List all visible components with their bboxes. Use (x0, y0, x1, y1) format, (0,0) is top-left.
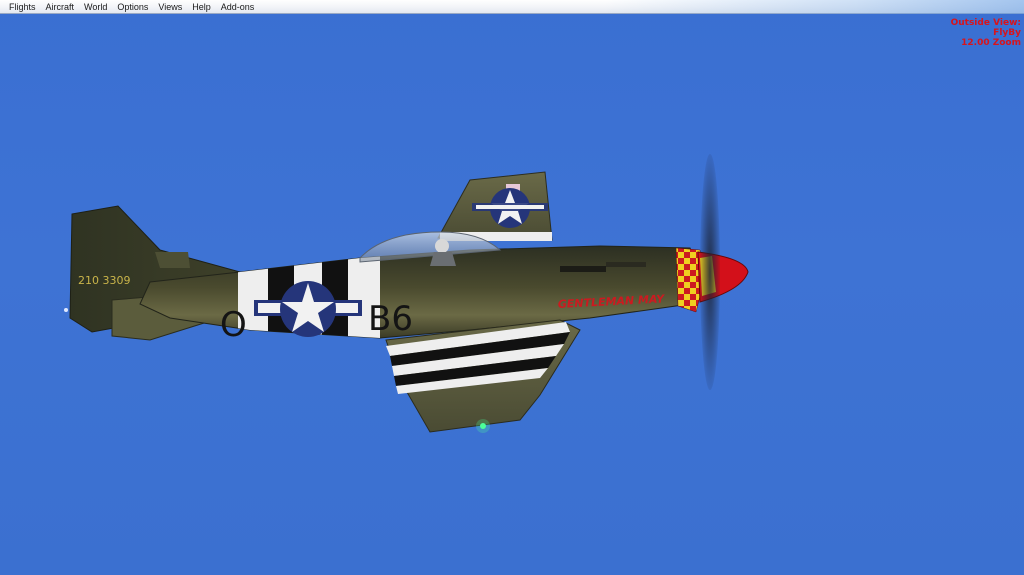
menu-addons[interactable]: Add-ons (216, 0, 260, 14)
propeller-blur (700, 154, 720, 390)
fuselage-code-right: B6 (368, 299, 413, 339)
menu-bar: Flights Aircraft World Options Views Hel… (0, 0, 1024, 14)
view-info-overlay: Outside View: FlyBy 12.00 Zoom (951, 18, 1021, 48)
menu-world[interactable]: World (79, 0, 112, 14)
view-label: Outside View: (950, 18, 1021, 28)
menu-aircraft[interactable]: Aircraft (41, 0, 80, 14)
menu-help[interactable]: Help (187, 0, 216, 14)
menu-options[interactable]: Options (112, 0, 153, 14)
tail-serial: 210 3309 (78, 274, 131, 287)
view-mode: FlyBy (993, 28, 1021, 38)
menu-flights[interactable]: Flights (4, 0, 41, 14)
zoom-level: 12.00 Zoom (961, 38, 1021, 48)
aircraft-scene: GENTLEMAN MAY O B6 210 3309 (64, 154, 749, 433)
fuselage-code-left: O (220, 305, 247, 345)
menu-views[interactable]: Views (153, 0, 187, 14)
flight-sim-viewport[interactable]: GENTLEMAN MAY O B6 210 3309 Flights Airc… (0, 0, 1024, 575)
